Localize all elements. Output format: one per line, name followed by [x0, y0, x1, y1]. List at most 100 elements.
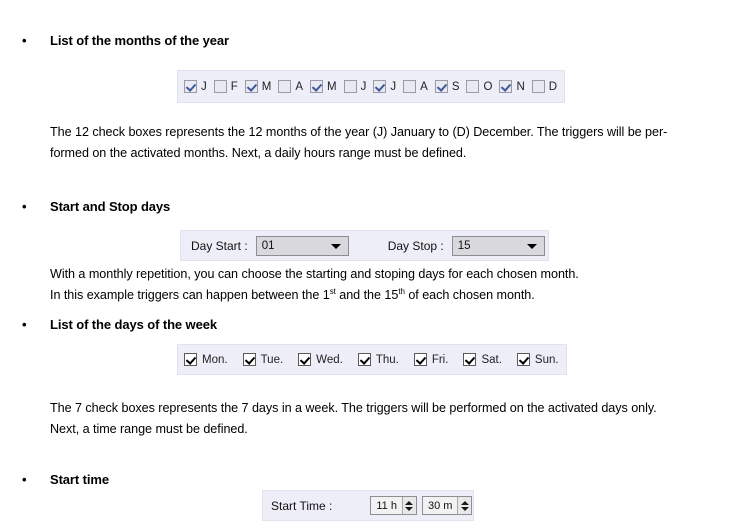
checkbox-month-5-icon[interactable]	[310, 80, 324, 93]
arrow-up-icon[interactable]	[405, 500, 414, 505]
checkbox-month-11-icon[interactable]	[499, 80, 513, 93]
ordinal-suffix-th: th	[398, 286, 405, 296]
heading-months: • List of the months of the year	[18, 33, 229, 48]
weekday-checkbox-item[interactable]: Mon.	[184, 353, 228, 366]
month-checkbox-item[interactable]: M	[244, 80, 276, 93]
heading-week-days: • List of the days of the week	[18, 317, 217, 332]
bullet-icon: •	[22, 199, 27, 214]
start-stop-days-panel: Day Start : 01 Day Stop : 15	[180, 230, 549, 261]
week-days-checkbox-panel: Mon. Tue. Wed. Thu. Fri. Sat. Sun.	[177, 344, 567, 375]
heading-start-time: • Start time	[18, 472, 109, 487]
chevron-down-icon	[330, 243, 341, 249]
month-checkbox-item[interactable]: F	[213, 80, 242, 93]
arrow-up-icon[interactable]	[460, 500, 469, 505]
month-checkbox-item[interactable]: J	[184, 80, 211, 93]
weekday-checkbox-item[interactable]: Sat.	[463, 353, 502, 366]
month-checkbox-item[interactable]: J	[373, 80, 400, 93]
checkbox-month-10-icon[interactable]	[466, 80, 480, 93]
month-label: S	[451, 80, 460, 93]
arrow-down-icon[interactable]	[405, 506, 414, 511]
weekday-label: Sat.	[481, 353, 502, 366]
checkbox-tuesday-icon[interactable]	[242, 353, 256, 366]
checkbox-thursday-icon[interactable]	[357, 353, 371, 366]
checkbox-month-7-icon[interactable]	[373, 80, 387, 93]
heading-start-time-label: Start time	[50, 472, 109, 487]
month-label: O	[483, 80, 493, 93]
heading-week-days-label: List of the days of the week	[50, 317, 217, 332]
document-page: • List of the months of the year J F M A…	[0, 0, 743, 528]
month-checkbox-item[interactable]: D	[531, 80, 561, 93]
heading-months-label: List of the months of the year	[50, 33, 230, 48]
checkbox-monday-icon[interactable]	[184, 353, 197, 366]
month-checkbox-item[interactable]: A	[403, 80, 432, 93]
month-checkbox-item[interactable]: J	[343, 80, 371, 93]
weekday-checkbox-item[interactable]: Wed.	[298, 353, 343, 366]
paragraph-week-days: The 7 check boxes represents the 7 days …	[50, 398, 720, 440]
minutes-stepper-buttons[interactable]	[457, 497, 472, 514]
hours-stepper[interactable]: 11 h	[370, 496, 417, 515]
checkbox-month-4-icon[interactable]	[278, 80, 292, 93]
month-label: J	[201, 80, 207, 93]
hours-stepper-buttons[interactable]	[401, 497, 416, 514]
weekday-label: Fri.	[431, 353, 449, 366]
month-label: A	[295, 80, 304, 93]
weekday-checkbox-item[interactable]: Sun.	[516, 353, 559, 366]
heading-start-stop-days-label: Start and Stop days	[50, 199, 171, 214]
month-label: J	[390, 80, 397, 93]
arrow-down-icon[interactable]	[460, 506, 469, 511]
month-checkbox-item[interactable]: O	[466, 80, 496, 93]
paragraph-months-line2: formed on the activated months. Next, a …	[50, 146, 467, 160]
month-label: D	[548, 80, 558, 93]
month-checkbox-item[interactable]: A	[278, 80, 307, 93]
day-start-label: Day Start :	[191, 238, 248, 253]
start-time-label: Start Time :	[271, 498, 333, 513]
weekday-label: Mon.	[202, 353, 228, 366]
month-label: F	[230, 80, 238, 93]
line2-part-b: and the 15	[335, 288, 399, 302]
weekday-checkbox-item[interactable]: Thu.	[357, 353, 399, 366]
checkbox-month-1-icon[interactable]	[184, 80, 197, 93]
day-start-value: 01	[261, 239, 275, 252]
paragraph-months: The 12 check boxes represents the 12 mon…	[50, 122, 710, 164]
checkbox-saturday-icon[interactable]	[463, 353, 477, 366]
line2-part-a: In this example triggers can happen betw…	[50, 288, 330, 302]
months-checkbox-panel: J F M A M J J A S O N D	[177, 70, 565, 103]
month-checkbox-item[interactable]: N	[499, 80, 528, 93]
month-checkbox-item[interactable]: S	[434, 80, 464, 93]
checkbox-month-12-icon[interactable]	[531, 80, 545, 93]
weekday-label: Tue.	[260, 353, 284, 366]
month-label: J	[360, 80, 367, 93]
checkbox-month-6-icon[interactable]	[343, 80, 357, 93]
day-stop-select[interactable]: 15	[451, 235, 545, 256]
weekday-checkbox-item[interactable]: Tue.	[242, 353, 284, 366]
line2-part-c: of each chosen month.	[404, 288, 535, 302]
checkbox-month-2-icon[interactable]	[213, 80, 227, 93]
month-label: N	[516, 80, 525, 93]
bullet-icon: •	[22, 472, 27, 487]
month-checkbox-item[interactable]: M	[310, 80, 341, 93]
bullet-icon: •	[22, 33, 27, 48]
month-label: A	[420, 80, 428, 93]
checkbox-sunday-icon[interactable]	[516, 353, 530, 366]
paragraph-months-line1: The 12 check boxes represents the 12 mon…	[50, 125, 668, 139]
chevron-down-icon	[526, 243, 537, 249]
checkbox-month-9-icon[interactable]	[434, 80, 448, 93]
start-time-panel: Start Time : 11 h 30 m	[262, 490, 474, 521]
checkbox-friday-icon[interactable]	[413, 353, 427, 366]
weekday-label: Sun.	[534, 353, 559, 366]
paragraph-start-stop-days: With a monthly repetition, you can choos…	[50, 264, 710, 306]
day-start-select[interactable]: 01	[255, 235, 349, 256]
checkbox-month-8-icon[interactable]	[403, 80, 417, 93]
heading-start-stop-days: • Start and Stop days	[18, 199, 170, 214]
checkbox-wednesday-icon[interactable]	[298, 353, 312, 366]
paragraph-week-days-line1: The 7 check boxes represents the 7 days …	[50, 401, 657, 415]
checkbox-month-3-icon[interactable]	[244, 80, 258, 93]
paragraph-start-stop-line1: With a monthly repetition, you can choos…	[50, 267, 579, 281]
minutes-stepper[interactable]: 30 m	[421, 496, 473, 515]
bullet-icon: •	[22, 317, 27, 332]
month-label: M	[327, 80, 337, 93]
weekday-label: Thu.	[375, 353, 399, 366]
weekday-checkbox-item[interactable]: Fri.	[413, 353, 449, 366]
paragraph-week-days-line2: Next, a time range must be defined.	[50, 422, 248, 436]
day-stop-value: 15	[457, 239, 471, 252]
